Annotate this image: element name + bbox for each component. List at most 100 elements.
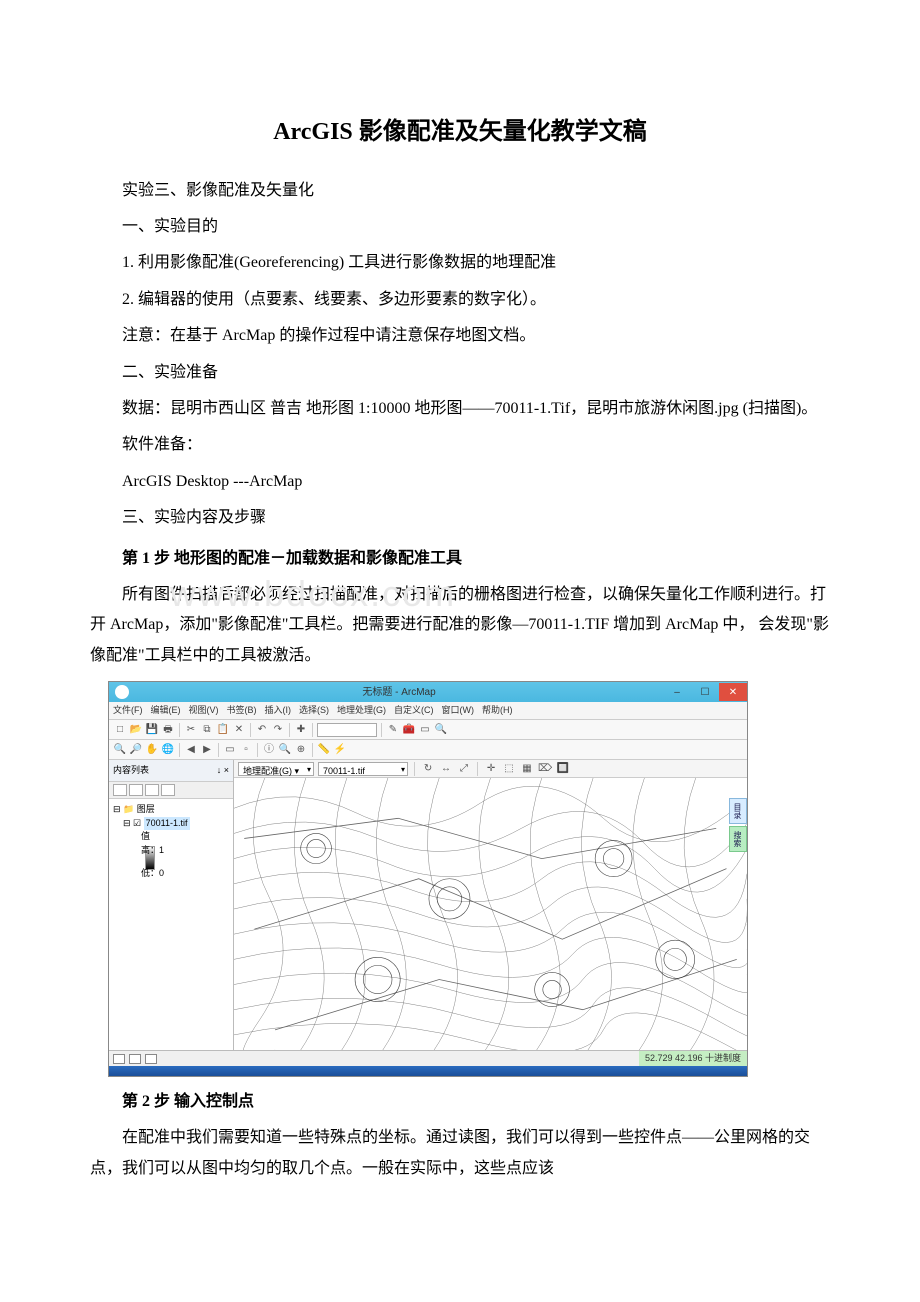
scale-box[interactable]	[317, 723, 377, 737]
toc-tab-source-icon[interactable]	[129, 784, 143, 796]
zoom-in-icon[interactable]: 🔍	[113, 743, 127, 757]
toc-tabs	[109, 782, 233, 799]
paragraph: 在配准中我们需要知道一些特殊点的坐标。通过读图，我们可以得到一些控件点——公里网…	[90, 1123, 830, 1184]
open-icon[interactable]: 📂	[129, 723, 143, 737]
arcmap-screenshot: 无标题 - ArcMap – ☐ ✕ 文件(F) 编辑(E) 视图(V) 书签(…	[108, 681, 748, 1077]
identify-icon[interactable]: ⓘ	[262, 743, 276, 757]
find-icon[interactable]: 🔍	[278, 743, 292, 757]
undo-icon[interactable]: ↶	[255, 723, 269, 737]
paste-icon[interactable]: 📋	[216, 723, 230, 737]
prev-extent-icon[interactable]: ◀	[184, 743, 198, 757]
auto-adjust-icon[interactable]: ⬚	[502, 762, 516, 776]
close-button[interactable]: ✕	[719, 683, 747, 701]
paragraph: 所有图件扫描后都必须经过扫描配准，对扫描后的栅格图进行检查，以确保矢量化工作顺利…	[90, 580, 830, 671]
catalog-tab[interactable]: 目录	[729, 798, 747, 824]
tools-toolbar: 🔍 🔎 ✋ 🌐 ◀ ▶ ▭ ▫ ⓘ 🔍 ⊕ 📏 ⚡	[109, 740, 747, 760]
map-area: 地理配准(G) ▾ 70011-1.tif ↻ ↔ ⤢ ✛ ⬚ ▦ ⌦ 🔲	[234, 760, 747, 1050]
paragraph: 实验三、影像配准及矢量化	[90, 176, 830, 206]
editor-icon[interactable]: ✎	[386, 723, 400, 737]
select-icon[interactable]: ▭	[223, 743, 237, 757]
menu-windows[interactable]: 窗口(W)	[442, 702, 475, 719]
menu-edit[interactable]: 编辑(E)	[151, 702, 181, 719]
save-icon[interactable]: 💾	[145, 723, 159, 737]
new-icon[interactable]: □	[113, 723, 127, 737]
menu-geoprocessing[interactable]: 地理处理(G)	[337, 702, 386, 719]
window-buttons: – ☐ ✕	[663, 683, 747, 701]
paragraph: ArcGIS Desktop ---ArcMap	[90, 467, 830, 497]
toc-root[interactable]: ⊟ 📁 图层	[113, 803, 229, 817]
delete-link-icon[interactable]: ⌦	[538, 762, 552, 776]
paragraph: 一、实验目的	[90, 212, 830, 242]
toc-pin-close[interactable]: ↓ ×	[217, 762, 229, 779]
shift-icon[interactable]: ↔	[439, 762, 453, 776]
clear-select-icon[interactable]: ▫	[239, 743, 253, 757]
georeferencing-toolbar: 地理配准(G) ▾ 70011-1.tif ↻ ↔ ⤢ ✛ ⬚ ▦ ⌦ 🔲	[234, 760, 747, 778]
taskbar	[109, 1066, 747, 1076]
next-extent-icon[interactable]: ▶	[200, 743, 214, 757]
pan-icon[interactable]: ✋	[145, 743, 159, 757]
toc-high-label: 高：1	[113, 844, 229, 858]
delete-icon[interactable]: ✕	[232, 723, 246, 737]
menu-customize[interactable]: 自定义(C)	[394, 702, 434, 719]
minimize-button[interactable]: –	[663, 683, 691, 701]
maximize-button[interactable]: ☐	[691, 683, 719, 701]
scale-icon[interactable]: ⤢	[457, 762, 471, 776]
georef-layer-dropdown[interactable]: 70011-1.tif	[318, 762, 408, 776]
print-icon[interactable]: 🖶	[161, 723, 175, 737]
toc-low-label: 低：0	[113, 867, 229, 881]
hyperlink-icon[interactable]: ⚡	[333, 743, 347, 757]
measure-icon[interactable]: 📏	[317, 743, 331, 757]
paragraph: 1. 利用影像配准(Georeferencing) 工具进行影像数据的地理配准	[90, 248, 830, 278]
zoom-out-icon[interactable]: 🔎	[129, 743, 143, 757]
standard-toolbar: □ 📂 💾 🖶 ✂ ⧉ 📋 ✕ ↶ ↷ ✚ ✎ 🧰 ▭ �	[109, 720, 747, 740]
paragraph: 注意：在基于 ArcMap 的操作过程中请注意保存地图文档。	[90, 321, 830, 351]
right-docked-tabs: 目录 搜索	[729, 798, 747, 852]
copy-icon[interactable]: ⧉	[200, 723, 214, 737]
menubar: 文件(F) 编辑(E) 视图(V) 书签(B) 插入(I) 选择(S) 地理处理…	[109, 702, 747, 720]
menu-bookmarks[interactable]: 书签(B)	[227, 702, 257, 719]
rotate-icon[interactable]: ↻	[421, 762, 435, 776]
paragraph: 数据：昆明市西山区 普吉 地形图 1:10000 地形图——70011-1.Ti…	[90, 394, 830, 424]
goto-xy-icon[interactable]: ⊕	[294, 743, 308, 757]
redo-icon[interactable]: ↷	[271, 723, 285, 737]
paragraph: 2. 编辑器的使用（点要素、线要素、多边形要素的数字化）。	[90, 285, 830, 315]
toc-tree: ⊟ 📁 图层 ⊟ ☑ 70011-1.tif 值 高：1 低：0	[109, 799, 233, 1050]
search-tool-icon[interactable]: 🔍	[434, 723, 448, 737]
toc-tab-visibility-icon[interactable]	[145, 784, 159, 796]
data-view-icon[interactable]	[113, 1054, 125, 1064]
paragraph: 二、实验准备	[90, 358, 830, 388]
coordinates-readout: 52.729 42.196 十进制度	[639, 1051, 747, 1066]
layout-view-icon[interactable]	[129, 1054, 141, 1064]
paragraph: 软件准备：	[90, 430, 830, 460]
menu-help[interactable]: 帮助(H)	[482, 702, 513, 719]
topographic-map-image	[234, 778, 747, 1050]
menu-view[interactable]: 视图(V)	[189, 702, 219, 719]
menu-file[interactable]: 文件(F)	[113, 702, 143, 719]
add-control-point-icon[interactable]: ✛	[484, 762, 498, 776]
statusbar: 52.729 42.196 十进制度	[109, 1050, 747, 1066]
page-title: ArcGIS 影像配准及矢量化教学文稿	[90, 110, 830, 156]
search-tab[interactable]: 搜索	[729, 826, 747, 852]
full-extent-icon[interactable]: 🌐	[161, 743, 175, 757]
refresh-icon[interactable]	[145, 1054, 157, 1064]
step2-heading: 第 2 步 输入控制点	[90, 1087, 830, 1117]
menu-insert[interactable]: 插入(I)	[265, 702, 292, 719]
toolbox-icon[interactable]: 🧰	[402, 723, 416, 737]
toc-tab-drawing-order-icon[interactable]	[113, 784, 127, 796]
toc-tab-selection-icon[interactable]	[161, 784, 175, 796]
catalog-icon[interactable]: ▭	[418, 723, 432, 737]
toc-value-label: 值	[113, 830, 229, 844]
view-mode-icons	[109, 1054, 161, 1064]
step1-heading: 第 1 步 地形图的配准－加载数据和影像配准工具	[90, 544, 830, 574]
app-icon	[115, 685, 129, 699]
toc-title: 内容列表	[113, 762, 149, 779]
toc-layer[interactable]: ⊟ ☑ 70011-1.tif	[113, 817, 229, 831]
menu-selection[interactable]: 选择(S)	[299, 702, 329, 719]
paragraph: 三、实验内容及步骤	[90, 503, 830, 533]
viewer-icon[interactable]: 🔲	[556, 762, 570, 776]
add-data-icon[interactable]: ✚	[294, 723, 308, 737]
link-table-icon[interactable]: ▦	[520, 762, 534, 776]
georef-menu[interactable]: 地理配准(G) ▾	[238, 762, 314, 776]
map-canvas[interactable]: 目录 搜索	[234, 778, 747, 1050]
cut-icon[interactable]: ✂	[184, 723, 198, 737]
